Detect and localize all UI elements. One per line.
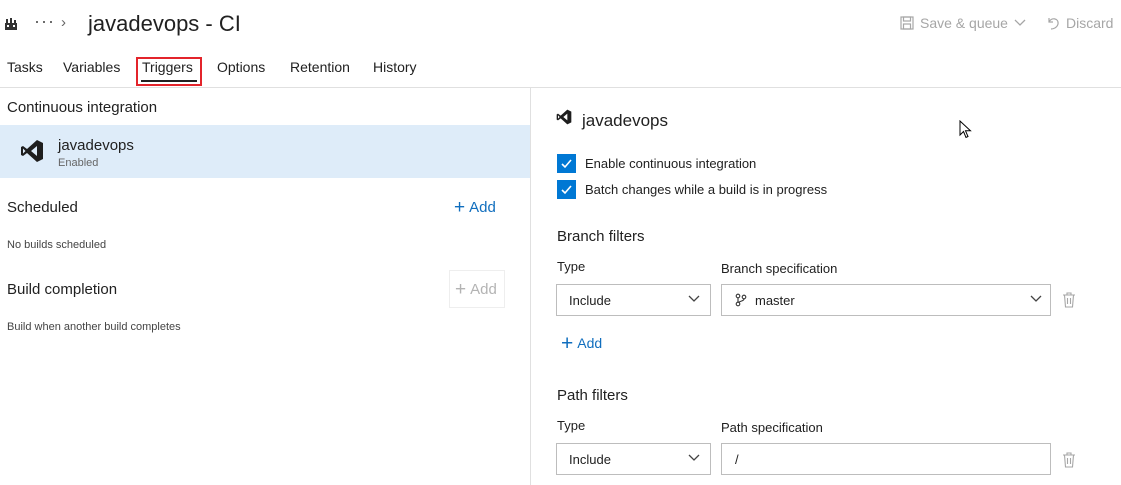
chevron-right-icon: › bbox=[61, 14, 66, 31]
save-icon bbox=[900, 16, 914, 30]
chevron-down-icon bbox=[1030, 295, 1042, 302]
undo-icon bbox=[1048, 18, 1059, 30]
batch-changes-checkbox-row[interactable]: Batch changes while a build is in progre… bbox=[557, 180, 827, 199]
add-build-completion-label: Add bbox=[470, 280, 497, 298]
chevron-down-icon bbox=[688, 295, 700, 302]
mouse-cursor-icon bbox=[959, 120, 972, 139]
path-spec-input[interactable]: / bbox=[721, 443, 1051, 475]
ci-repo-status: Enabled bbox=[58, 157, 99, 169]
add-schedule-label: Add bbox=[469, 199, 496, 216]
page-title: javadevops - CI bbox=[88, 11, 241, 36]
chevron-down-icon bbox=[1014, 19, 1026, 26]
add-schedule-button[interactable]: + Add bbox=[454, 197, 496, 218]
path-type-dropdown[interactable]: Include bbox=[556, 443, 711, 475]
tab-bar: Tasks Variables Triggers Options Retenti… bbox=[0, 55, 700, 83]
path-spec-value: / bbox=[735, 451, 739, 467]
branch-type-label: Type bbox=[557, 259, 586, 274]
visual-studio-icon bbox=[21, 140, 43, 162]
save-queue-label: Save & queue bbox=[920, 15, 1008, 31]
path-type-value: Include bbox=[569, 451, 611, 467]
batch-changes-checkbox[interactable] bbox=[557, 180, 576, 199]
delete-icon[interactable] bbox=[1062, 452, 1076, 468]
batch-changes-label: Batch changes while a build is in progre… bbox=[585, 182, 828, 197]
tab-history[interactable]: History bbox=[373, 59, 417, 75]
ci-repo-name: javadevops bbox=[58, 137, 134, 154]
path-type-label: Type bbox=[557, 418, 586, 433]
delete-icon[interactable] bbox=[1062, 292, 1076, 308]
path-filters-title: Path filters bbox=[557, 387, 628, 404]
branch-spec-dropdown[interactable]: master bbox=[721, 284, 1051, 316]
path-spec-label: Path specification bbox=[721, 420, 823, 435]
checkmark-icon bbox=[561, 185, 572, 195]
branch-spec-label: Branch specification bbox=[721, 261, 838, 276]
branch-type-value: Include bbox=[569, 292, 611, 308]
plus-icon: + bbox=[455, 278, 467, 300]
discard-label: Discard bbox=[1066, 15, 1114, 31]
discard-button[interactable]: Discard bbox=[1046, 15, 1113, 31]
top-bar: ··· › javadevops - CI Save & queue Disca… bbox=[0, 0, 1121, 50]
tab-variables[interactable]: Variables bbox=[63, 59, 120, 75]
ci-section-title: Continuous integration bbox=[7, 99, 158, 116]
tab-retention[interactable]: Retention bbox=[290, 59, 350, 75]
plus-icon: + bbox=[454, 197, 466, 218]
more-breadcrumb-button[interactable]: ··· bbox=[34, 11, 55, 32]
ci-repo-item[interactable]: javadevops Enabled bbox=[0, 125, 530, 178]
tab-options[interactable]: Options bbox=[217, 59, 265, 75]
branch-filters-title: Branch filters bbox=[557, 228, 645, 245]
scheduled-note: No builds scheduled bbox=[7, 239, 107, 251]
build-completion-note: Build when another build completes bbox=[7, 321, 181, 333]
tab-tasks[interactable]: Tasks bbox=[7, 59, 43, 75]
enable-ci-checkbox[interactable] bbox=[557, 154, 576, 173]
enable-ci-checkbox-row[interactable]: Enable continuous integration bbox=[557, 154, 756, 173]
chevron-down-icon bbox=[688, 454, 700, 461]
plus-icon: + bbox=[561, 331, 574, 355]
highlight-box bbox=[136, 57, 202, 86]
checkmark-icon bbox=[561, 159, 572, 169]
add-branch-filter-label: Add bbox=[577, 335, 603, 351]
build-pipeline-icon bbox=[5, 18, 17, 30]
header-divider bbox=[0, 87, 1121, 88]
save-queue-button[interactable]: Save & queue bbox=[900, 15, 1026, 31]
branch-type-dropdown[interactable]: Include bbox=[556, 284, 711, 316]
pane-divider bbox=[530, 88, 531, 485]
branch-icon bbox=[735, 293, 747, 307]
add-build-completion-button[interactable]: + Add bbox=[449, 270, 505, 308]
enable-ci-label: Enable continuous integration bbox=[585, 156, 757, 171]
repo-title: javadevops bbox=[582, 111, 669, 130]
visual-studio-icon bbox=[556, 109, 572, 125]
build-completion-title: Build completion bbox=[7, 281, 118, 298]
add-branch-filter-button[interactable]: + Add bbox=[561, 331, 603, 355]
branch-spec-value: master bbox=[755, 292, 795, 308]
scheduled-section-title: Scheduled bbox=[7, 199, 78, 216]
